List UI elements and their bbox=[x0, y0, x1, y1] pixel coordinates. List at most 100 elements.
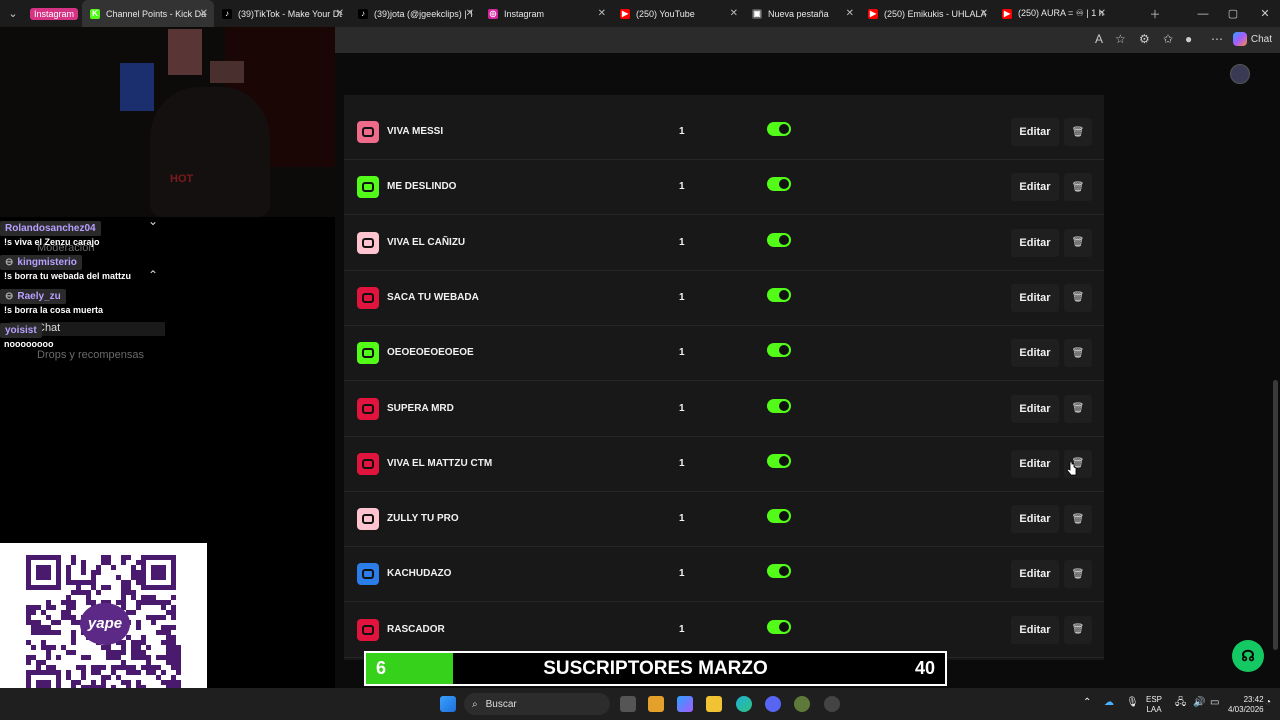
copilot-app-icon[interactable] bbox=[677, 696, 693, 712]
delete-reward-icon[interactable]: 🗑 bbox=[1064, 560, 1092, 589]
reward-cost: 1 bbox=[679, 181, 685, 193]
extensions-icon[interactable]: ⚙ bbox=[1139, 32, 1150, 46]
edit-reward-button[interactable]: Editar bbox=[1011, 339, 1059, 368]
taskbar-search[interactable]: ⌕ Buscar bbox=[464, 693, 610, 715]
delete-reward-icon[interactable]: 🗑 bbox=[1064, 339, 1092, 368]
tab-close-icon[interactable]: ✕ bbox=[598, 8, 606, 19]
reward-enabled-toggle[interactable] bbox=[767, 232, 791, 247]
edit-reward-button[interactable]: Editar bbox=[1011, 560, 1059, 589]
taskbar-search-label: Buscar bbox=[485, 698, 517, 710]
minimize-icon[interactable]: — bbox=[1188, 0, 1218, 27]
tab-close-icon[interactable]: ✕ bbox=[200, 8, 208, 19]
delete-reward-icon[interactable]: 🗑 bbox=[1064, 173, 1092, 202]
page-scrollbar[interactable] bbox=[1273, 380, 1278, 650]
chevron-up-icon[interactable]: ⌃ bbox=[148, 268, 158, 282]
app-icon[interactable] bbox=[794, 696, 810, 712]
tab-group-label[interactable]: Instagram bbox=[30, 7, 79, 20]
reward-enabled-toggle[interactable] bbox=[767, 122, 791, 136]
edge-browser-icon[interactable] bbox=[736, 696, 752, 712]
favorites-icon[interactable]: ✩ bbox=[1163, 32, 1173, 46]
tab-actions-menu-icon[interactable]: ⌄ bbox=[0, 0, 26, 27]
chat-username[interactable]: yoisist bbox=[0, 323, 42, 338]
browser-tab[interactable]: ▶ (250) Emikukis - UHLALAL ✕ bbox=[860, 0, 994, 27]
discord-icon[interactable] bbox=[765, 696, 781, 712]
tab-strip: K Channel Points - Kick Dash ✕ ♪ (39)TikTok … bbox=[82, 0, 1112, 27]
reward-enabled-toggle[interactable] bbox=[767, 453, 791, 468]
browser-tab[interactable]: ♪ (39)TikTok - Make Your Da ✕ bbox=[214, 0, 350, 27]
tab-close-icon[interactable]: ✕ bbox=[336, 8, 344, 19]
read-aloud-icon[interactable]: A bbox=[1095, 32, 1103, 46]
maximize-icon[interactable]: ▢ bbox=[1218, 0, 1248, 27]
onedrive-icon[interactable]: ☁ bbox=[1104, 698, 1114, 708]
reward-enabled-toggle[interactable] bbox=[767, 177, 791, 192]
edit-reward-button[interactable]: Editar bbox=[1011, 394, 1059, 423]
tab-favicon-icon: ▣ bbox=[752, 8, 763, 19]
tab-close-icon[interactable]: ✕ bbox=[730, 8, 738, 19]
delete-reward-icon[interactable]: 🗑 bbox=[1064, 394, 1092, 423]
delete-reward-icon[interactable]: 🗑 bbox=[1064, 505, 1092, 534]
tray-chevron-up-icon[interactable]: ⌃ bbox=[1083, 698, 1091, 708]
tab-favicon-icon: ▶ bbox=[1002, 8, 1013, 19]
browser-tab[interactable]: ▣ Nueva pestaña ✕ bbox=[744, 0, 860, 27]
taskbar-clock[interactable]: 23:42 4/03/2026 bbox=[1228, 695, 1264, 715]
input-language[interactable]: ESP LAA bbox=[1146, 695, 1162, 715]
reward-icon bbox=[357, 121, 379, 143]
tab-title: (250) AURA = ♾ | 1 h bbox=[1018, 8, 1104, 18]
more-menu-icon[interactable]: ⋯ bbox=[1211, 32, 1223, 46]
stream-chat-overlay: Rolandosanchez04 !s viva el Zenzu carajo ⊖… bbox=[0, 216, 356, 351]
reward-enabled-toggle[interactable] bbox=[767, 619, 791, 634]
chat-username[interactable]: ⊖ kingmisterio bbox=[0, 255, 82, 270]
close-window-icon[interactable]: ✕ bbox=[1250, 0, 1280, 27]
chevron-down-icon[interactable]: ⌄ bbox=[148, 214, 158, 228]
browser-tab[interactable]: ◎ Instagram ✕ bbox=[480, 0, 612, 27]
edit-reward-button[interactable]: Editar bbox=[1011, 505, 1059, 534]
tab-close-icon[interactable]: ✕ bbox=[466, 8, 474, 19]
browser-tab[interactable]: ▶ (250) YouTube ✕ bbox=[612, 0, 744, 27]
browser-tab[interactable]: ♪ (39)jota (@jgeekclips) | Tik ✕ bbox=[350, 0, 480, 27]
reward-name: VIVA MESSI bbox=[387, 126, 444, 137]
task-view-icon[interactable] bbox=[620, 696, 636, 712]
volume-icon[interactable]: 🔊 bbox=[1193, 698, 1205, 708]
edit-reward-button[interactable]: Editar bbox=[1011, 173, 1059, 202]
chat-message-text: !s borra tu webada del mattzu bbox=[4, 271, 132, 281]
edit-reward-button[interactable]: Editar bbox=[1011, 228, 1059, 257]
delete-reward-icon[interactable]: 🗑 bbox=[1064, 228, 1092, 257]
edit-reward-button[interactable]: Editar bbox=[1011, 283, 1059, 312]
reward-enabled-toggle[interactable] bbox=[767, 509, 791, 524]
user-avatar[interactable] bbox=[1230, 64, 1250, 84]
edit-reward-button[interactable]: Editar bbox=[1011, 615, 1059, 644]
reward-cost: 1 bbox=[679, 291, 685, 303]
tab-close-icon[interactable]: ✕ bbox=[980, 8, 988, 19]
keyboard-layout: LAA bbox=[1146, 705, 1162, 714]
edit-reward-button[interactable]: Editar bbox=[1011, 118, 1059, 146]
microphone-icon[interactable]: 🎙 bbox=[1126, 698, 1139, 708]
delete-reward-icon[interactable]: 🗑 bbox=[1064, 118, 1092, 146]
support-chat-icon[interactable]: ☊ bbox=[1232, 640, 1264, 672]
reward-enabled-toggle[interactable] bbox=[767, 564, 791, 579]
reward-enabled-toggle[interactable] bbox=[767, 287, 791, 302]
chat-username[interactable]: ⊖ Raely_zu bbox=[0, 289, 66, 304]
tab-close-icon[interactable]: ✕ bbox=[1098, 8, 1106, 19]
shirt-text: HOT bbox=[170, 173, 194, 185]
network-icon[interactable]: 🖧 bbox=[1175, 698, 1186, 708]
windows-start-icon[interactable] bbox=[440, 696, 456, 712]
file-explorer-icon[interactable] bbox=[706, 696, 722, 712]
new-tab-icon[interactable]: ＋ bbox=[1140, 0, 1170, 27]
store-icon[interactable] bbox=[648, 696, 664, 712]
tab-close-icon[interactable]: ✕ bbox=[846, 8, 854, 19]
notifications-icon[interactable]: ◔ bbox=[1265, 698, 1271, 708]
delete-reward-icon[interactable]: 🗑 bbox=[1064, 283, 1092, 312]
reward-enabled-toggle[interactable] bbox=[767, 398, 791, 413]
edit-reward-button[interactable]: Editar bbox=[1011, 449, 1059, 478]
favorite-star-icon[interactable]: ☆ bbox=[1115, 32, 1126, 46]
profile-icon[interactable]: ● bbox=[1185, 32, 1192, 46]
delete-reward-icon[interactable]: 🗑 bbox=[1064, 615, 1092, 644]
reward-enabled-toggle[interactable] bbox=[767, 343, 791, 358]
browser-tab[interactable]: K Channel Points - Kick Dash ✕ bbox=[82, 0, 215, 27]
copilot-chat-button[interactable]: Chat bbox=[1232, 32, 1272, 46]
obs-icon[interactable] bbox=[824, 696, 840, 712]
battery-icon[interactable]: ▭ bbox=[1210, 698, 1219, 708]
chat-username[interactable]: Rolandosanchez04 bbox=[0, 221, 101, 236]
browser-tab[interactable]: ▶ (250) AURA = ♾ | 1 h ✕ bbox=[994, 0, 1112, 27]
reward-cost: 1 bbox=[679, 402, 685, 414]
